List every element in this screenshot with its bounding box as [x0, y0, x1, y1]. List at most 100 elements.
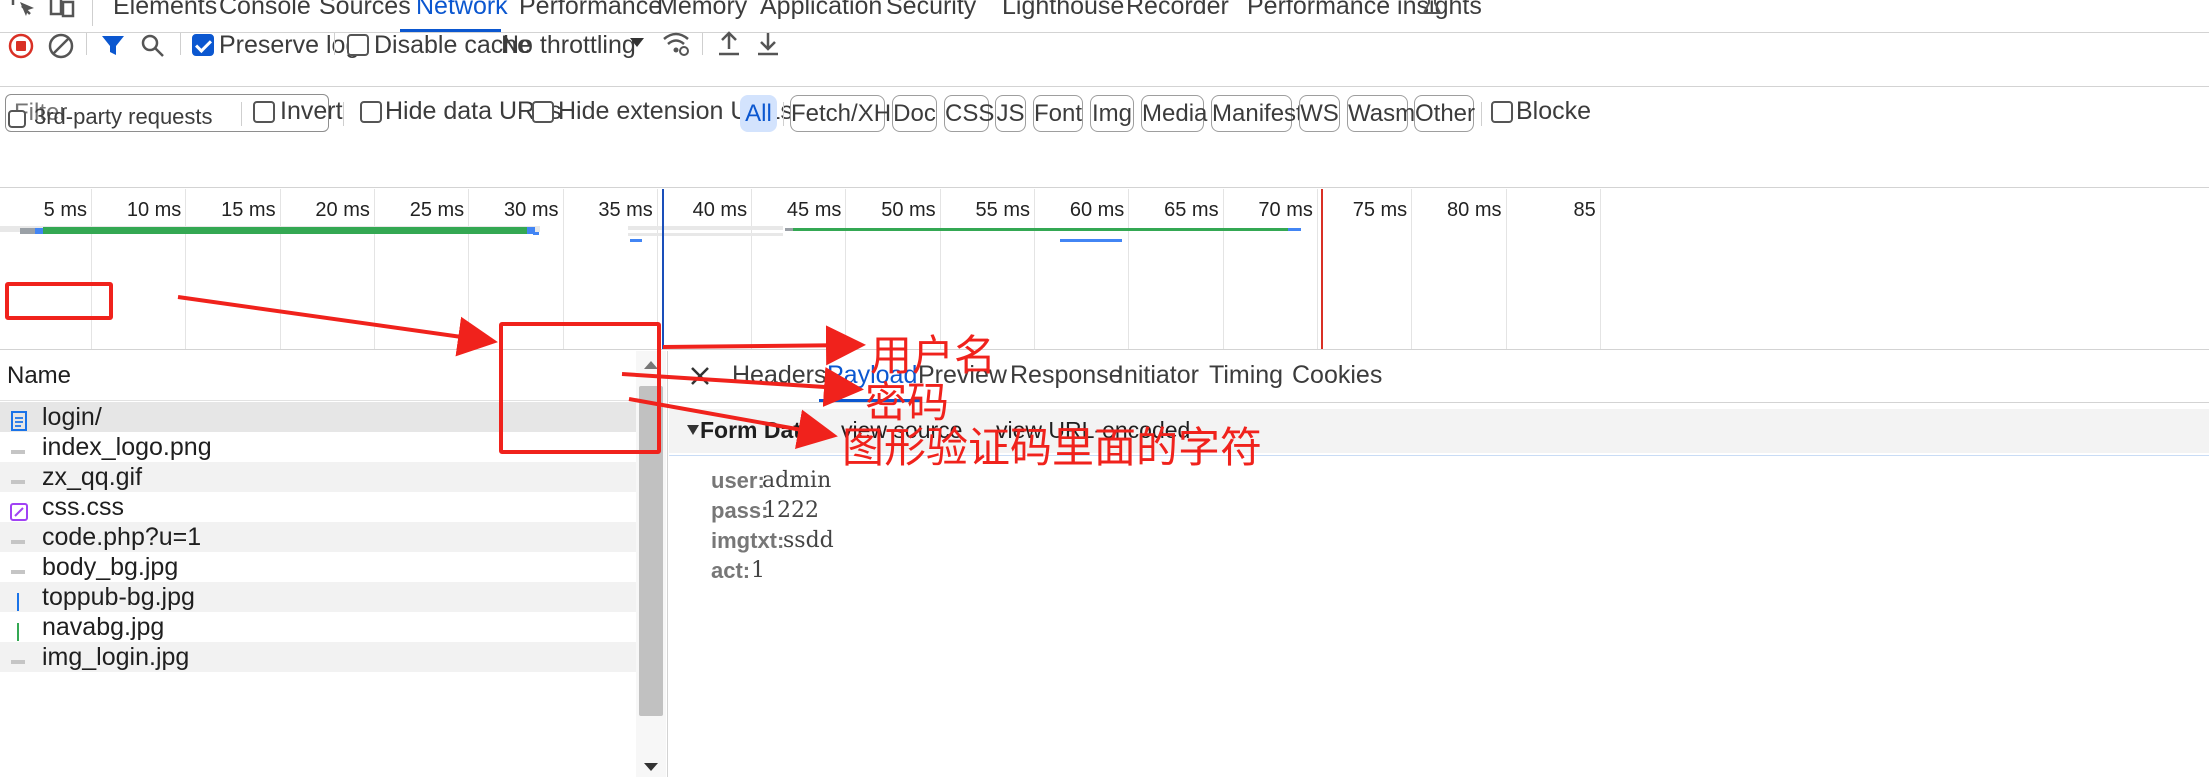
form-data-highlight-box — [499, 322, 661, 454]
request-bar-small — [1060, 239, 1122, 242]
flask-icon — [1422, 0, 1442, 14]
form-value-imgtxt: ssdd — [783, 528, 834, 553]
form-key-imgtxt: imgtxt: — [711, 528, 785, 553]
invert-checkbox[interactable] — [253, 101, 275, 123]
tab-application[interactable]: Application — [760, 0, 882, 30]
tab-timing[interactable]: Timing — [1209, 361, 1283, 390]
request-name: code.php?u=1 — [42, 523, 202, 551]
hide-extension-urls-checkbox[interactable] — [532, 101, 554, 123]
type-filter-media[interactable]: Media — [1141, 95, 1207, 132]
request-row[interactable]: body_bg.jpg — [0, 552, 636, 582]
request-name: navabg.jpg — [42, 613, 165, 641]
type-filter-font[interactable]: Font — [1033, 95, 1083, 132]
load-event-marker — [1321, 189, 1323, 349]
tab-lighthouse[interactable]: Lighthouse — [1002, 0, 1124, 30]
request-row[interactable]: zx_qq.gif — [0, 462, 636, 492]
image-icon — [10, 438, 28, 456]
request-name: toppub-bg.jpg — [42, 583, 195, 611]
network-timeline-overview[interactable]: 5 ms 10 ms 15 ms 20 ms 25 ms 30 ms 35 ms 40 ms 4… — [0, 189, 2209, 350]
tab-recorder[interactable]: Recorder — [1126, 0, 1229, 30]
request-row[interactable]: code.php?u=1 — [0, 522, 636, 552]
image-icon — [10, 528, 28, 546]
form-key-pass: pass: — [711, 498, 769, 523]
form-value-act: 1 — [751, 558, 765, 583]
type-filter-all[interactable]: All — [740, 95, 777, 132]
request-bar-download-2 — [793, 228, 1288, 231]
export-har-icon[interactable] — [755, 31, 781, 57]
hide-data-urls-checkbox[interactable] — [360, 101, 382, 123]
image-icon — [10, 558, 28, 576]
request-name: zx_qq.gif — [42, 463, 143, 491]
tab-security[interactable]: Security — [886, 0, 976, 30]
image-icon — [10, 468, 28, 486]
image-icon — [10, 618, 28, 641]
preserve-log-label: Preserve log — [219, 31, 360, 59]
request-row[interactable]: img_login.jpg — [0, 642, 636, 672]
tab-network[interactable]: Network — [416, 0, 508, 30]
tab-elements[interactable]: Elements — [113, 0, 217, 30]
disable-cache-checkbox[interactable] — [347, 34, 369, 56]
tab-cookies[interactable]: Cookies — [1292, 361, 1382, 390]
stop-recording-icon[interactable] — [8, 33, 34, 59]
image-icon — [10, 588, 28, 611]
expand-triangle-icon[interactable] — [686, 424, 700, 436]
request-name: body_bg.jpg — [42, 553, 179, 581]
tab-performance[interactable]: Performance — [519, 0, 662, 30]
search-icon[interactable] — [140, 33, 166, 59]
invert-label: Invert — [280, 97, 343, 125]
request-name: img_login.jpg — [42, 643, 190, 671]
inspect-element-icon[interactable] — [10, 0, 40, 24]
request-name: login/ — [42, 403, 102, 431]
form-key-user: user: — [711, 468, 765, 493]
tab-initiator[interactable]: Initiator — [1117, 361, 1199, 390]
type-filter-css[interactable]: CSS — [944, 95, 994, 132]
stylesheet-icon — [10, 498, 28, 521]
request-name: index_logo.png — [42, 433, 212, 461]
preserve-log-checkbox[interactable] — [192, 34, 214, 56]
type-filter-js[interactable]: JS — [995, 95, 1026, 132]
form-key-act: act: — [711, 558, 751, 583]
image-icon — [10, 648, 28, 666]
chevron-down-icon[interactable] — [629, 35, 645, 51]
document-icon — [10, 408, 28, 431]
type-filter-wasm[interactable]: Wasm — [1347, 95, 1415, 132]
third-party-row — [0, 110, 2209, 188]
type-filter-img[interactable]: Img — [1090, 95, 1134, 132]
import-har-icon[interactable] — [716, 31, 742, 57]
blocked-requests-checkbox[interactable] — [1491, 101, 1513, 123]
type-filter-ws[interactable]: WS — [1299, 95, 1340, 132]
filter-bar: Invert Hide data URLs Hide extension URL… — [0, 88, 2209, 140]
request-row[interactable]: navabg.jpg — [0, 612, 636, 642]
request-row[interactable]: css.css — [0, 492, 636, 522]
network-conditions-icon[interactable] — [662, 31, 690, 57]
tab-response[interactable]: Response — [1010, 361, 1123, 390]
throttling-select[interactable]: No throttling — [501, 31, 636, 60]
request-row[interactable]: toppub-bg.jpg — [0, 582, 636, 612]
tab-performance-insights[interactable]: Performance insights — [1247, 0, 1482, 30]
tab-memory[interactable]: Memory — [657, 0, 747, 30]
type-filter-fetch-xhr[interactable]: Fetch/XHR — [790, 95, 908, 132]
third-party-label: 3rd-party requests — [34, 104, 213, 129]
tab-sources[interactable]: Sources — [319, 0, 411, 30]
devtools-tab-bar: Elements Console Sources Network Perform… — [0, 0, 2209, 33]
request-bar-download — [43, 227, 527, 234]
clear-icon[interactable] — [48, 33, 74, 59]
third-party-checkbox[interactable] — [8, 110, 26, 128]
device-toolbar-icon[interactable] — [48, 0, 78, 24]
login-highlight-box — [5, 282, 113, 320]
scroll-down-icon[interactable] — [643, 761, 659, 773]
close-icon[interactable] — [689, 365, 711, 387]
type-filter-other[interactable]: Other — [1414, 95, 1475, 132]
tab-headers[interactable]: Headers — [732, 361, 827, 390]
form-value-user: admin — [762, 468, 832, 493]
filter-icon[interactable] — [100, 33, 126, 59]
type-filter-doc[interactable]: Doc — [892, 95, 937, 132]
type-filter-manifest[interactable]: Manifest — [1211, 95, 1303, 132]
timeline-bars — [0, 189, 1323, 349]
form-value-pass: 1222 — [763, 498, 819, 523]
form-data-title: Form Data — [700, 417, 814, 443]
blocked-requests-label: Blocke — [1516, 97, 1592, 125]
network-toolbar: Preserve log Disable cache No throttling — [0, 31, 2209, 87]
tab-console[interactable]: Console — [219, 0, 311, 30]
request-bar-waiting-2 — [628, 226, 783, 230]
